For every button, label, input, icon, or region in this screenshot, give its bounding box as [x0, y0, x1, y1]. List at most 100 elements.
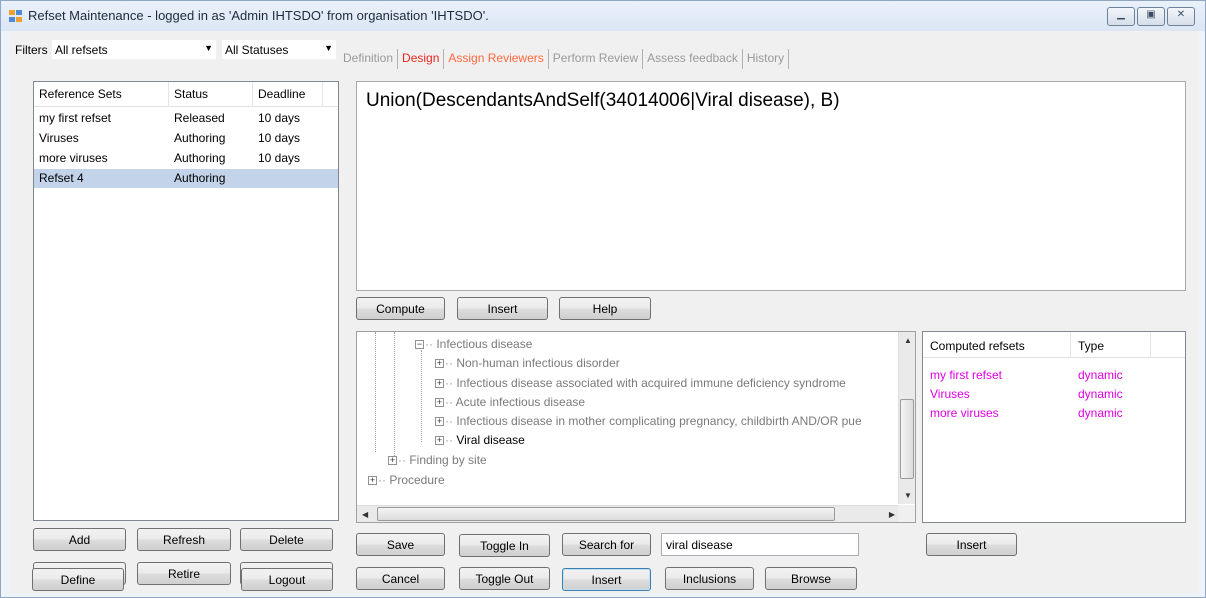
maximize-button[interactable]: ▣: [1137, 7, 1165, 26]
computed-refset-type: dynamic: [1078, 368, 1123, 382]
add-button[interactable]: Add: [33, 528, 126, 551]
table-row[interactable]: my first refset Released 10 days: [34, 109, 338, 128]
expand-icon[interactable]: +: [435, 379, 444, 389]
tree-node[interactable]: − ·· Infectious disease: [415, 337, 532, 351]
refset-deadline: 10 days: [258, 111, 301, 125]
list-item[interactable]: Viruses dynamic: [923, 387, 1185, 401]
tree-horizontal-scrollbar[interactable]: ◀ ▶: [357, 505, 900, 522]
close-icon: ✕: [1176, 9, 1186, 20]
expand-icon[interactable]: +: [435, 359, 444, 369]
scroll-right-icon[interactable]: ▶: [889, 510, 895, 519]
list-item[interactable]: my first refset dynamic: [923, 368, 1185, 382]
tab-perform-review[interactable]: Perform Review: [549, 49, 644, 69]
refset-name: Viruses: [39, 131, 79, 145]
computed-refset-name: my first refset: [930, 368, 1003, 382]
horizontal-scroll-thumb[interactable]: [377, 507, 835, 521]
filters-label: Filters: [15, 43, 48, 57]
status-filter-select[interactable]: All Statuses ▼: [221, 39, 337, 60]
title-bar[interactable]: Refset Maintenance - logged in as 'Admin…: [1, 1, 1205, 31]
refset-list[interactable]: Reference Sets Status Deadline my first …: [33, 81, 339, 521]
expand-icon[interactable]: +: [368, 476, 377, 486]
save-button[interactable]: Save: [356, 533, 445, 556]
inclusions-button[interactable]: Inclusions: [665, 567, 754, 590]
chevron-down-icon: ▼: [204, 43, 213, 53]
tab-assess-feedback[interactable]: Assess feedback: [643, 49, 743, 69]
window-title: Refset Maintenance - logged in as 'Admin…: [28, 8, 489, 23]
expression-editor[interactable]: Union(DescendantsAndSelf(34014006|Viral …: [356, 81, 1186, 291]
tree-node-label: Viral disease: [456, 433, 525, 447]
tree-node-label: Infectious disease associated with acqui…: [456, 376, 846, 390]
column-header-type[interactable]: Type: [1071, 332, 1151, 358]
tree-node-label: Acute infectious disease: [455, 395, 586, 409]
expand-icon[interactable]: +: [435, 436, 444, 446]
concept-tree[interactable]: − ·· Infectious disease + ·· Non-human inf…: [356, 331, 916, 523]
refset-deadline: [253, 169, 323, 188]
browse-button[interactable]: Browse: [765, 567, 857, 590]
tree-node[interactable]: + ·· Infectious disease in mother complic…: [435, 414, 862, 428]
refset-filter-select[interactable]: All refsets ▼: [51, 39, 217, 60]
collapse-icon[interactable]: −: [415, 340, 424, 350]
search-for-button[interactable]: Search for: [562, 533, 651, 556]
tree-node-label: Procedure: [389, 473, 445, 487]
refset-list-header: Reference Sets Status Deadline: [34, 82, 338, 107]
app-icon: [9, 10, 23, 23]
column-header-reference-sets[interactable]: Reference Sets: [34, 82, 169, 107]
refset-deadline: 10 days: [258, 131, 301, 145]
insert-computed-button[interactable]: Insert: [926, 533, 1017, 556]
scroll-up-icon[interactable]: ▲: [904, 336, 912, 345]
tree-node-selected[interactable]: + ·· Viral disease: [435, 433, 525, 447]
refset-status: Authoring: [174, 131, 226, 145]
toggle-in-button[interactable]: Toggle In: [459, 534, 550, 557]
refset-filter-value: All refsets: [55, 43, 108, 57]
tab-design[interactable]: Design: [398, 49, 445, 69]
scroll-left-icon[interactable]: ◀: [362, 510, 368, 519]
computed-refset-name: more viruses: [930, 406, 999, 420]
define-button[interactable]: Define: [32, 568, 124, 591]
refresh-button[interactable]: Refresh: [137, 528, 231, 551]
main-window: Refset Maintenance - logged in as 'Admin…: [0, 0, 1206, 598]
tree-node[interactable]: + ·· Finding by site: [388, 453, 487, 467]
list-item[interactable]: more viruses dynamic: [923, 406, 1185, 420]
table-row-selected[interactable]: Refset 4 Authoring: [34, 169, 338, 188]
expand-icon[interactable]: +: [388, 456, 397, 466]
tab-definition[interactable]: Definition: [339, 49, 399, 69]
tab-history[interactable]: History: [743, 49, 790, 69]
tree-node[interactable]: + ·· Infectious disease associated with a…: [435, 376, 846, 390]
search-input[interactable]: [661, 533, 859, 556]
refset-name: more viruses: [39, 151, 108, 165]
expression-text: Union(DescendantsAndSelf(34014006|Viral …: [366, 90, 840, 111]
retire-button[interactable]: Retire: [137, 562, 231, 585]
expand-icon[interactable]: +: [435, 398, 444, 408]
expand-icon[interactable]: +: [435, 417, 444, 427]
logout-button[interactable]: Logout: [241, 568, 333, 591]
refset-status: Authoring: [174, 151, 226, 165]
vertical-scroll-thumb[interactable]: [900, 399, 914, 479]
maximize-icon: ▣: [1146, 9, 1156, 20]
delete-button[interactable]: Delete: [240, 528, 333, 551]
search-input-field[interactable]: [662, 534, 858, 555]
close-button[interactable]: ✕: [1167, 7, 1195, 26]
insert-expression-button[interactable]: Insert: [457, 297, 548, 320]
table-row[interactable]: Viruses Authoring 10 days: [34, 129, 338, 148]
column-header-status[interactable]: Status: [169, 82, 253, 107]
computed-refsets-list[interactable]: Computed refsets Type my first refset dy…: [922, 331, 1186, 523]
tree-node[interactable]: + ·· Procedure: [368, 473, 445, 487]
insert-button[interactable]: Insert: [562, 568, 651, 591]
column-header-computed-refsets[interactable]: Computed refsets: [923, 332, 1071, 358]
cancel-button[interactable]: Cancel: [356, 567, 445, 590]
minimize-icon: ▁: [1117, 9, 1125, 20]
refset-name: my first refset: [39, 111, 112, 125]
tree-vertical-scrollbar[interactable]: ▲ ▼: [898, 332, 915, 504]
status-filter-value: All Statuses: [225, 43, 289, 57]
tree-node[interactable]: + ·· Acute infectious disease: [435, 395, 585, 409]
compute-button[interactable]: Compute: [356, 297, 445, 320]
tab-assign-reviewers[interactable]: Assign Reviewers: [444, 49, 549, 69]
help-button[interactable]: Help: [559, 297, 651, 320]
tree-node[interactable]: + ·· Non-human infectious disorder: [435, 356, 620, 370]
refset-name: Refset 4: [39, 171, 84, 185]
toggle-out-button[interactable]: Toggle Out: [459, 567, 550, 590]
column-header-deadline[interactable]: Deadline: [253, 82, 323, 107]
table-row[interactable]: more viruses Authoring 10 days: [34, 149, 338, 168]
minimize-button[interactable]: ▁: [1107, 7, 1135, 26]
scroll-down-icon[interactable]: ▼: [904, 491, 912, 500]
